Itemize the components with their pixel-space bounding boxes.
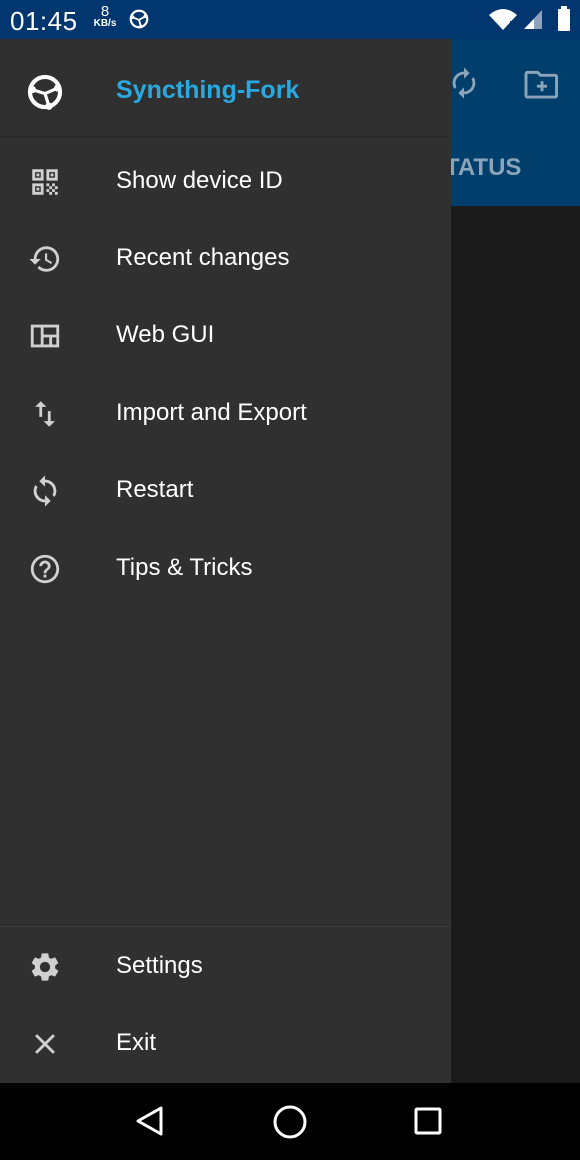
- app-name: Syncthing-Fork: [116, 76, 300, 104]
- system-nav-bar: [0, 1083, 580, 1160]
- web-dashboard-icon: [30, 324, 60, 348]
- menu-item-settings[interactable]: Settings: [0, 928, 451, 1005]
- menu-item-label: Web GUI: [116, 321, 215, 348]
- recents-icon[interactable]: [413, 1106, 443, 1136]
- syncthing-notification-icon: [129, 9, 149, 29]
- menu-item-recent-changes[interactable]: Recent changes: [0, 220, 451, 297]
- menu-item-restart[interactable]: Restart: [0, 452, 451, 529]
- menu-item-label: Recent changes: [116, 244, 290, 271]
- wifi-icon: [489, 9, 517, 30]
- refresh-icon[interactable]: [447, 66, 481, 100]
- battery-icon: [558, 6, 570, 31]
- status-bar: 01:45 8 KB/s: [0, 0, 580, 39]
- menu-item-import-export[interactable]: Import and Export: [0, 375, 451, 452]
- menu-item-label: Show device ID: [116, 167, 283, 194]
- menu-item-web-gui[interactable]: Web GUI: [0, 297, 451, 374]
- home-icon[interactable]: [272, 1104, 308, 1140]
- menu-item-label: Tips & Tricks: [116, 554, 253, 581]
- restart-icon: [33, 475, 57, 507]
- qr-code-icon: [32, 169, 58, 195]
- cell-signal-icon: [524, 10, 542, 29]
- navigation-drawer: Syncthing-Fork Show device ID Recent cha…: [0, 39, 451, 1083]
- menu-item-label: Settings: [116, 952, 203, 979]
- import-export-icon: [35, 401, 55, 427]
- close-icon: [35, 1034, 55, 1054]
- drawer-divider: [0, 926, 451, 927]
- menu-item-label: Exit: [116, 1029, 157, 1056]
- drawer-header: Syncthing-Fork: [0, 39, 451, 137]
- network-speed-value: 8: [100, 3, 110, 20]
- menu-item-label: Restart: [116, 476, 194, 503]
- back-icon[interactable]: [133, 1104, 167, 1138]
- menu-item-show-device-id[interactable]: Show device ID: [0, 143, 451, 220]
- screen: 01:45 8 KB/s TATUS Syncthing-Fork Show d…: [0, 0, 580, 1160]
- status-time: 01:45: [10, 6, 78, 36]
- tab-status[interactable]: TATUS: [445, 154, 521, 182]
- menu-item-tips-tricks[interactable]: Tips & Tricks: [0, 530, 451, 607]
- help-icon: [30, 554, 60, 584]
- network-speed-unit: KB/s: [93, 18, 117, 29]
- add-folder-icon[interactable]: [524, 68, 560, 100]
- syncthing-logo-icon: [27, 74, 63, 110]
- menu-item-label: Import and Export: [116, 399, 307, 426]
- history-icon: [29, 246, 60, 272]
- gear-icon: [31, 953, 59, 981]
- network-speed: 8 KB/s: [90, 4, 120, 29]
- menu-item-exit[interactable]: Exit: [0, 1005, 451, 1082]
